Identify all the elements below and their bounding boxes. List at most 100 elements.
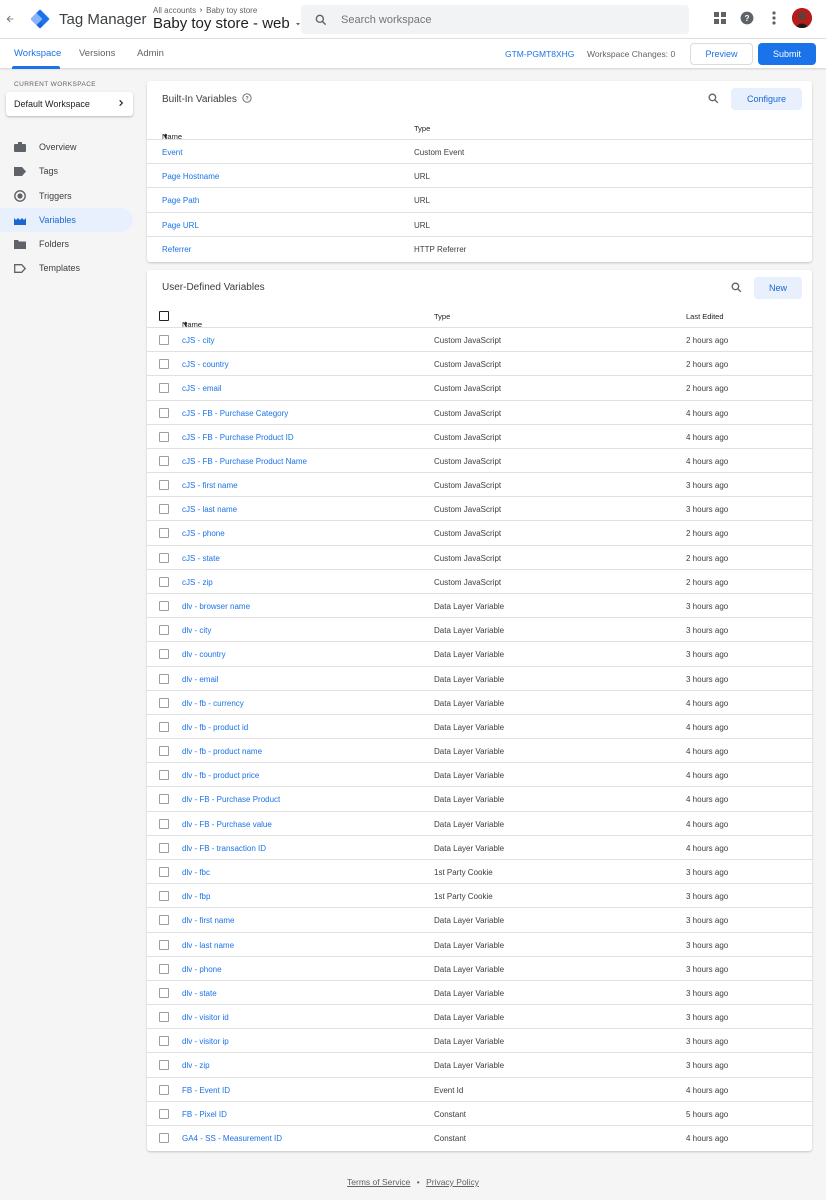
table-row[interactable]: Page Hostname URL bbox=[147, 164, 812, 189]
variable-name-link[interactable]: Page URL bbox=[162, 221, 199, 230]
variable-name-link[interactable]: dlv - state bbox=[182, 989, 217, 998]
row-checkbox[interactable] bbox=[159, 1036, 169, 1047]
row-checkbox[interactable] bbox=[159, 625, 169, 636]
variable-name-link[interactable]: dlv - fb - product id bbox=[182, 723, 248, 732]
row-checkbox[interactable] bbox=[159, 818, 169, 829]
table-row[interactable]: Page URL URL bbox=[147, 213, 812, 237]
variable-name-link[interactable]: Page Path bbox=[162, 196, 199, 205]
variable-name-link[interactable]: Event bbox=[162, 148, 182, 157]
variable-name-link[interactable]: cJS - FB - Purchase Category bbox=[182, 409, 288, 418]
row-checkbox[interactable] bbox=[159, 673, 169, 684]
row-checkbox[interactable] bbox=[159, 1084, 169, 1095]
variable-name-link[interactable]: FB - Pixel ID bbox=[182, 1110, 227, 1119]
table-row[interactable]: Page Path URL bbox=[147, 188, 812, 213]
sidebar-item-folders[interactable]: Folders bbox=[0, 232, 133, 256]
table-row[interactable]: cJS - FB - Purchase Category Custom JavaS… bbox=[147, 401, 812, 425]
variable-name-link[interactable]: dlv - last name bbox=[182, 941, 234, 950]
tab-versions[interactable]: Versions bbox=[79, 48, 115, 59]
table-row[interactable]: dlv - state Data Layer Variable 3 hours ag… bbox=[147, 981, 812, 1006]
sidebar-item-overview[interactable]: Overview bbox=[0, 135, 133, 159]
table-row[interactable]: GA4 - SS - Measurement ID Constant 4 hours… bbox=[147, 1126, 812, 1150]
row-checkbox[interactable] bbox=[159, 721, 169, 732]
row-checkbox[interactable] bbox=[159, 842, 169, 853]
row-checkbox[interactable] bbox=[159, 866, 169, 877]
table-row[interactable]: dlv - fb - product price Data Layer Varia… bbox=[147, 763, 812, 788]
row-checkbox[interactable] bbox=[159, 939, 169, 950]
variable-name-link[interactable]: dlv - FB - Purchase Product bbox=[182, 795, 280, 804]
search-icon[interactable] bbox=[707, 92, 720, 110]
variable-name-link[interactable]: dlv - browser name bbox=[182, 602, 250, 611]
table-row[interactable]: cJS - city Custom JavaScript 2 hours ago bbox=[147, 328, 812, 353]
apps-grid-icon[interactable] bbox=[711, 9, 729, 27]
row-checkbox[interactable] bbox=[159, 576, 169, 587]
terms-of-service-link[interactable]: Terms of Service bbox=[347, 1177, 410, 1187]
table-row[interactable]: dlv - visitor ip Data Layer Variable 3 hou… bbox=[147, 1029, 812, 1054]
variable-name-link[interactable]: dlv - FB - Purchase value bbox=[182, 820, 272, 829]
breadcrumb[interactable]: All accounts Baby toy store bbox=[153, 6, 257, 15]
table-row[interactable]: FB - Pixel ID Constant 5 hours ago bbox=[147, 1102, 812, 1126]
sidebar-item-tags[interactable]: Tags bbox=[0, 159, 133, 183]
row-checkbox[interactable] bbox=[159, 649, 169, 660]
row-checkbox[interactable] bbox=[159, 1012, 169, 1023]
table-row[interactable]: cJS - phone Custom JavaScript 2 hours ago bbox=[147, 521, 812, 546]
workspace-selector[interactable]: Default Workspace bbox=[6, 92, 133, 116]
tab-workspace[interactable]: Workspace bbox=[14, 48, 61, 59]
variable-name-link[interactable]: dlv - visitor id bbox=[182, 1013, 229, 1022]
table-row[interactable]: cJS - country Custom JavaScript 2 hours ag… bbox=[147, 352, 812, 377]
row-checkbox[interactable] bbox=[159, 697, 169, 708]
row-checkbox[interactable] bbox=[159, 746, 169, 757]
row-checkbox[interactable] bbox=[159, 359, 169, 370]
help-icon[interactable]: ? bbox=[738, 9, 756, 27]
tab-admin[interactable]: Admin bbox=[137, 48, 164, 59]
variable-name-link[interactable]: dlv - phone bbox=[182, 965, 222, 974]
variable-name-link[interactable]: dlv - fb - product price bbox=[182, 771, 259, 780]
help-outline-icon[interactable]: ? bbox=[242, 93, 252, 106]
variable-name-link[interactable]: dlv - country bbox=[182, 650, 226, 659]
variable-name-link[interactable]: cJS - zip bbox=[182, 578, 213, 587]
variable-name-link[interactable]: GA4 - SS - Measurement ID bbox=[182, 1134, 282, 1143]
table-row[interactable]: dlv - visitor id Data Layer Variable 3 hou… bbox=[147, 1005, 812, 1030]
back-arrow-icon[interactable] bbox=[0, 0, 20, 38]
variable-name-link[interactable]: cJS - state bbox=[182, 554, 220, 563]
table-row[interactable]: dlv - phone Data Layer Variable 3 hours ag… bbox=[147, 957, 812, 981]
table-row[interactable]: cJS - zip Custom JavaScript 2 hours ago bbox=[147, 570, 812, 594]
privacy-policy-link[interactable]: Privacy Policy bbox=[426, 1177, 479, 1187]
row-checkbox[interactable] bbox=[159, 1132, 169, 1143]
row-checkbox[interactable] bbox=[159, 480, 169, 491]
variable-name-link[interactable]: FB - Event ID bbox=[182, 1086, 230, 1095]
variable-name-link[interactable]: cJS - city bbox=[182, 336, 214, 345]
table-row[interactable]: dlv - city Data Layer Variable 3 hours ago bbox=[147, 618, 812, 643]
sidebar-item-triggers[interactable]: Triggers bbox=[0, 184, 133, 208]
container-selector[interactable]: Baby toy store - web bbox=[153, 15, 302, 32]
avatar[interactable] bbox=[792, 8, 812, 28]
sidebar-item-variables[interactable]: Variables bbox=[0, 208, 133, 232]
sidebar-item-templates[interactable]: Templates bbox=[0, 256, 133, 280]
table-row[interactable]: dlv - country Data Layer Variable 3 hours … bbox=[147, 642, 812, 667]
breadcrumb-account[interactable]: Baby toy store bbox=[206, 6, 257, 15]
table-row[interactable]: Event Custom Event bbox=[147, 140, 812, 165]
search-input[interactable] bbox=[341, 13, 661, 26]
table-row[interactable]: dlv - FB - transaction ID Data Layer Vari… bbox=[147, 836, 812, 860]
row-checkbox[interactable] bbox=[159, 335, 169, 345]
row-checkbox[interactable] bbox=[159, 770, 169, 781]
variable-name-link[interactable]: cJS - FB - Purchase Product ID bbox=[182, 433, 294, 442]
table-row[interactable]: dlv - FB - Purchase Product Data Layer Va… bbox=[147, 787, 812, 812]
row-checkbox[interactable] bbox=[159, 504, 169, 515]
table-row[interactable]: dlv - fb - currency Data Layer Variable 4 … bbox=[147, 691, 812, 715]
row-checkbox[interactable] bbox=[159, 987, 169, 998]
row-checkbox[interactable] bbox=[159, 407, 169, 418]
row-checkbox[interactable] bbox=[159, 528, 169, 539]
row-checkbox[interactable] bbox=[159, 383, 169, 394]
submit-button[interactable]: Submit bbox=[758, 43, 816, 65]
table-row[interactable]: cJS - last name Custom JavaScript 3 hours … bbox=[147, 497, 812, 522]
table-row[interactable]: Referrer HTTP Referrer bbox=[147, 237, 812, 261]
table-row[interactable]: dlv - email Data Layer Variable 3 hours ag… bbox=[147, 667, 812, 691]
row-checkbox[interactable] bbox=[159, 1108, 169, 1119]
variable-name-link[interactable]: cJS - FB - Purchase Product Name bbox=[182, 457, 307, 466]
table-row[interactable]: cJS - email Custom JavaScript 2 hours ago bbox=[147, 376, 812, 401]
row-checkbox[interactable] bbox=[159, 891, 169, 902]
table-row[interactable]: cJS - FB - Purchase Product ID Custom Jav… bbox=[147, 425, 812, 449]
new-variable-button[interactable]: New bbox=[754, 277, 802, 299]
row-checkbox[interactable] bbox=[159, 455, 169, 466]
row-checkbox[interactable] bbox=[159, 1060, 169, 1071]
